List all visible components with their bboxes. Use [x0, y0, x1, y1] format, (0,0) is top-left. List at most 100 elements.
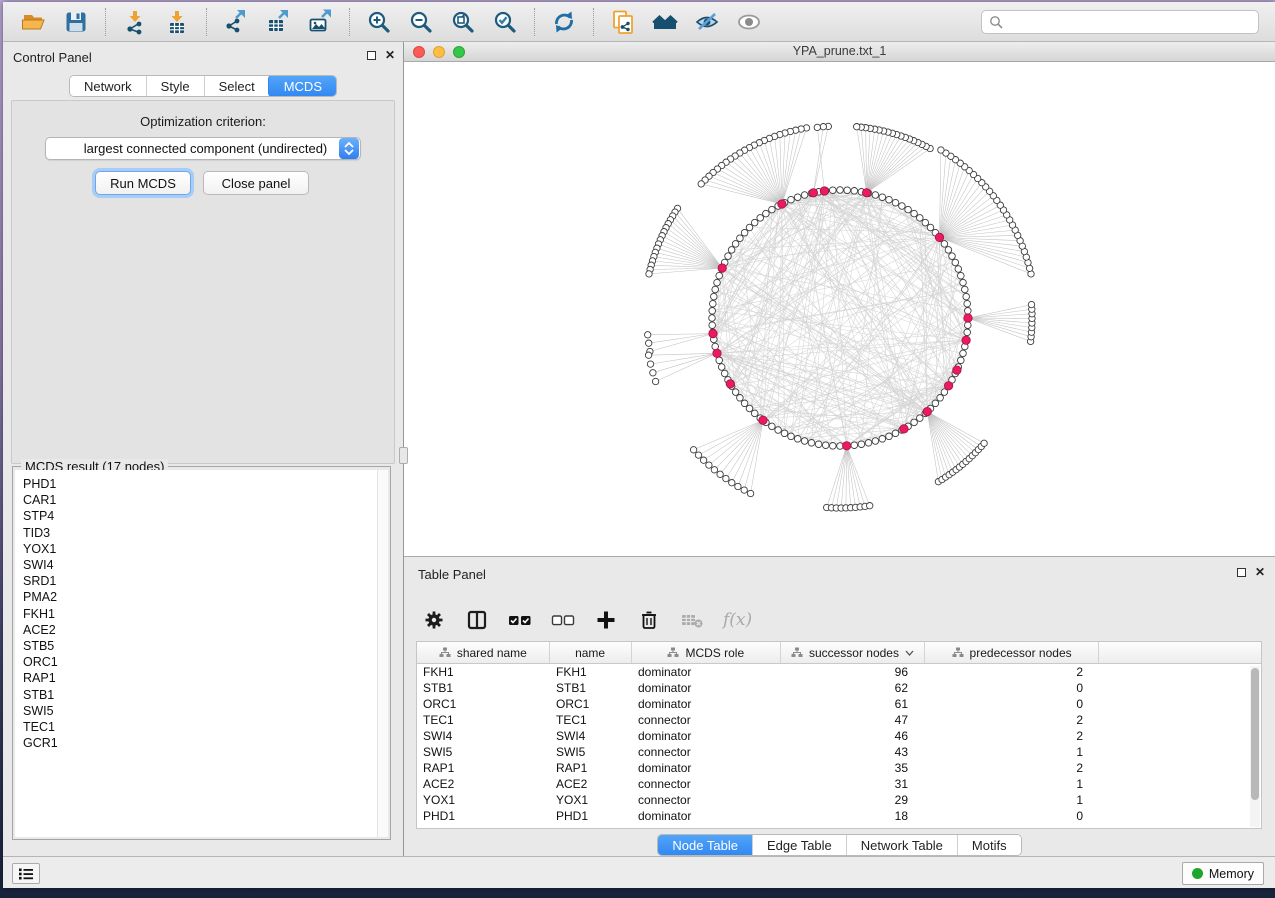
zoom-fit-icon[interactable] — [448, 7, 478, 37]
result-node-item[interactable]: CAR1 — [15, 492, 377, 508]
result-node-item[interactable]: PMA2 — [15, 589, 377, 605]
splitter-grip[interactable] — [399, 447, 408, 464]
cell-successor-nodes: 43 — [782, 744, 926, 760]
network-graph[interactable] — [404, 62, 1275, 556]
table-tab-motifs[interactable]: Motifs — [957, 835, 1021, 855]
toolbar-separator — [349, 8, 350, 36]
result-node-item[interactable]: STP4 — [15, 508, 377, 524]
result-node-item[interactable]: STB1 — [15, 687, 377, 703]
tab-style[interactable]: Style — [146, 76, 204, 96]
float-table-panel-icon[interactable] — [1237, 568, 1246, 577]
table-settings-icon[interactable] — [422, 608, 446, 632]
cell-predecessor-nodes: 0 — [926, 680, 1101, 696]
mcds-result-group: MCDS result (17 nodes) PHD1CAR1STP4TID3Y… — [12, 466, 391, 840]
table-scrollbar[interactable] — [1250, 666, 1260, 827]
window-close-icon[interactable] — [413, 46, 425, 58]
optimization-criterion-dropdown[interactable]: largest connected component (undirected) — [45, 137, 361, 160]
control-panel-title: Control Panel — [13, 50, 92, 65]
cell-shared-name: FKH1 — [417, 664, 550, 680]
open-file-icon[interactable] — [19, 7, 49, 37]
result-node-item[interactable]: SRD1 — [15, 573, 377, 589]
table-row[interactable]: STB1STB1dominator620 — [417, 680, 1261, 696]
hide-details-icon[interactable] — [692, 7, 722, 37]
save-icon[interactable] — [61, 7, 91, 37]
cell-successor-nodes: 35 — [782, 760, 926, 776]
search-input[interactable] — [1008, 15, 1251, 29]
export-network-icon[interactable] — [221, 7, 251, 37]
network-snapshot-icon[interactable] — [608, 7, 638, 37]
cell-successor-nodes: 62 — [782, 680, 926, 696]
result-node-item[interactable]: SWI4 — [15, 557, 377, 573]
close-panel-button[interactable]: Close panel — [203, 171, 309, 195]
zoom-out-icon[interactable] — [406, 7, 436, 37]
cell-MCDS-role: connector — [632, 792, 782, 808]
apply-layout-icon[interactable] — [549, 7, 579, 37]
result-node-item[interactable]: TEC1 — [15, 719, 377, 735]
add-column-icon[interactable] — [594, 608, 618, 632]
column-header-shared-name[interactable]: shared name — [417, 642, 550, 663]
cell-predecessor-nodes: 1 — [926, 776, 1101, 792]
result-node-item[interactable]: SWI5 — [15, 703, 377, 719]
task-history-button[interactable] — [12, 863, 40, 884]
mcds-result-list[interactable]: PHD1CAR1STP4TID3YOX1SWI4SRD1PMA2FKH1ACE2… — [15, 470, 377, 837]
table-tab-edge-table[interactable]: Edge Table — [752, 835, 846, 855]
deselect-all-icon[interactable] — [551, 608, 575, 632]
table-row[interactable]: TEC1TEC1connector472 — [417, 712, 1261, 728]
zoom-in-icon[interactable] — [364, 7, 394, 37]
network-window-titlebar[interactable]: YPA_prune.txt_1 — [404, 42, 1275, 62]
tab-select[interactable]: Select — [204, 76, 269, 96]
result-scrollbar[interactable] — [377, 470, 388, 837]
table-row[interactable]: ACE2ACE2connector311 — [417, 776, 1261, 792]
table-row[interactable]: SWI5SWI5connector431 — [417, 744, 1261, 760]
delete-column-icon[interactable] — [637, 608, 661, 632]
export-table-icon[interactable] — [263, 7, 293, 37]
table-row[interactable]: FKH1FKH1dominator962 — [417, 664, 1261, 680]
export-image-icon[interactable] — [305, 7, 335, 37]
toolbar-separator — [534, 8, 535, 36]
table-row[interactable]: ORC1ORC1dominator610 — [417, 696, 1261, 712]
memory-button[interactable]: Memory — [1182, 862, 1264, 885]
column-header-successor-nodes[interactable]: successor nodes — [781, 642, 925, 663]
result-node-item[interactable]: ORC1 — [15, 654, 377, 670]
cell-MCDS-role: dominator — [632, 680, 782, 696]
column-header-empty — [1099, 642, 1261, 663]
result-node-item[interactable]: TID3 — [15, 525, 377, 541]
close-table-panel-icon[interactable]: ✕ — [1255, 568, 1265, 577]
window-minimize-icon[interactable] — [433, 46, 445, 58]
import-network-icon[interactable] — [120, 7, 150, 37]
control-panel-header: Control Panel ✕ — [3, 42, 403, 72]
table-tab-network-table[interactable]: Network Table — [846, 835, 957, 855]
result-node-item[interactable]: ACE2 — [15, 622, 377, 638]
result-node-item[interactable]: YOX1 — [15, 541, 377, 557]
zoom-selected-icon[interactable] — [490, 7, 520, 37]
show-details-icon[interactable] — [734, 7, 764, 37]
float-panel-icon[interactable] — [367, 51, 376, 60]
first-neighbors-icon[interactable] — [650, 7, 680, 37]
table-row[interactable]: SWI4SWI4dominator462 — [417, 728, 1261, 744]
column-header-predecessor-nodes[interactable]: predecessor nodes — [925, 642, 1100, 663]
network-view-canvas[interactable] — [404, 62, 1275, 556]
result-node-item[interactable]: GCR1 — [15, 735, 377, 751]
column-header-name[interactable]: name — [550, 642, 632, 663]
table-header-row: shared namenameMCDS rolesuccessor nodesp… — [417, 642, 1261, 664]
result-node-item[interactable]: RAP1 — [15, 670, 377, 686]
show-columns-icon[interactable] — [465, 608, 489, 632]
result-node-item[interactable]: FKH1 — [15, 606, 377, 622]
result-node-item[interactable]: PHD1 — [15, 476, 377, 492]
window-maximize-icon[interactable] — [453, 46, 465, 58]
tab-network[interactable]: Network — [70, 76, 146, 96]
run-mcds-button[interactable]: Run MCDS — [95, 171, 191, 195]
close-panel-icon[interactable]: ✕ — [385, 51, 395, 60]
select-all-icon[interactable] — [508, 608, 532, 632]
table-tab-node-table[interactable]: Node Table — [657, 834, 753, 856]
import-table-icon[interactable] — [162, 7, 192, 37]
search-field[interactable] — [981, 10, 1259, 34]
memory-label: Memory — [1209, 867, 1254, 881]
tab-mcds[interactable]: MCDS — [268, 75, 337, 97]
node-table[interactable]: shared namenameMCDS rolesuccessor nodesp… — [416, 641, 1262, 829]
table-row[interactable]: PHD1PHD1dominator180 — [417, 808, 1261, 824]
table-row[interactable]: YOX1YOX1connector291 — [417, 792, 1261, 808]
column-header-MCDS-role[interactable]: MCDS role — [632, 642, 782, 663]
table-row[interactable]: RAP1RAP1dominator352 — [417, 760, 1261, 776]
result-node-item[interactable]: STB5 — [15, 638, 377, 654]
